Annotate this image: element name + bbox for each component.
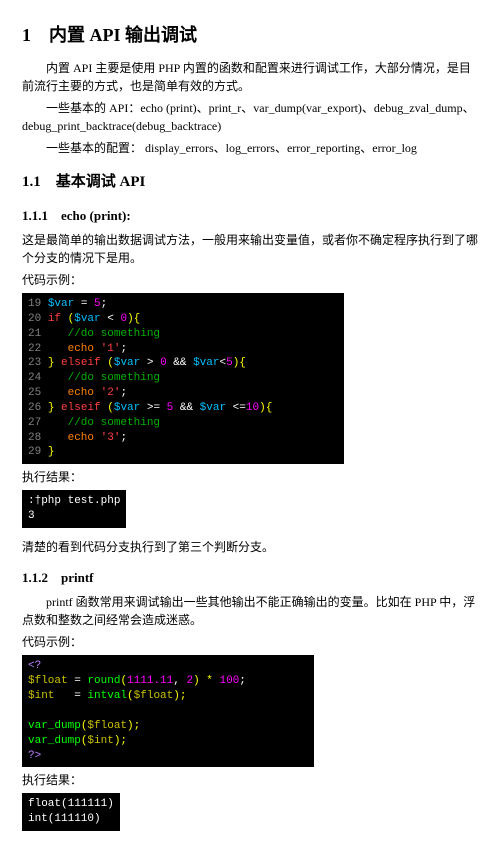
echo-description: 这是最简单的输出数据调试方法，一般用来输出变量值，或者你不确定程序执行到了哪个分… <box>22 231 478 267</box>
heading-1-1-1: 1.1.1 echo (print): <box>22 206 478 226</box>
echo-conclusion: 清楚的看到代码分支执行到了第三个判断分支。 <box>22 538 478 556</box>
code-example-label-2: 代码示例： <box>22 633 478 651</box>
code-block-echo: 19 $var = 5; 20 if ($var < 0){ 21 //do s… <box>22 293 344 464</box>
heading-1-1-2: 1.1.2 printf <box>22 568 478 588</box>
intro-paragraph-1: 内置 API 主要是使用 PHP 内置的函数和配置来进行调试工作，大部分情况，是… <box>22 59 478 95</box>
code-example-label-1: 代码示例： <box>22 271 478 289</box>
intro-paragraph-2: 一些基本的 API：echo (print)、print_r、var_dump(… <box>22 99 478 135</box>
output-block-printf: float(111111) int(111110) <box>22 793 120 831</box>
printf-description: printf 函数常用来调试输出一些其他输出不能正确输出的变量。比如在 PHP … <box>22 593 478 629</box>
intro-paragraph-3: 一些基本的配置： display_errors、log_errors、error… <box>22 139 478 157</box>
code-block-printf: <? $float = round(1111.11, 2) * 100; $in… <box>22 655 314 767</box>
heading-1: 1 内置 API 输出调试 <box>22 22 478 49</box>
output-block-echo: :†php test.php 3 <box>22 490 126 528</box>
heading-1-1: 1.1 基本调试 API <box>22 171 478 194</box>
result-label-2: 执行结果： <box>22 771 478 789</box>
result-label-1: 执行结果： <box>22 468 478 486</box>
